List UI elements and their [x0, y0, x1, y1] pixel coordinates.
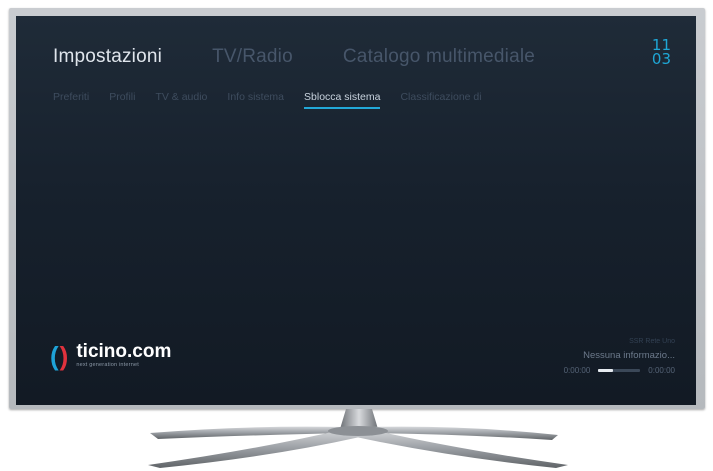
now-playing-channel: SSR Rete Uno: [629, 338, 675, 345]
clock: 11 03: [651, 38, 671, 68]
now-playing: SSR Rete Uno Nessuna informazio... 0:00:…: [515, 338, 675, 375]
tv-stand: [148, 409, 568, 468]
tab-impostazioni[interactable]: Impostazioni: [53, 46, 162, 68]
logo-tagline: next generation internet: [76, 362, 139, 368]
logo-text: ticino.com next generation internet: [76, 341, 172, 369]
clock-minutes: 03: [651, 50, 671, 68]
logo-bracket-right: ): [59, 341, 69, 371]
logo-bracket-left: (: [50, 341, 59, 371]
subtab-classificazione[interactable]: Classificazione di: [400, 91, 481, 109]
now-playing-info: Nessuna informazio...: [583, 350, 675, 361]
progress-bar: [598, 369, 641, 372]
tv-screen: Impostazioni TV/Radio Catalogo multimedi…: [16, 16, 696, 405]
subtab-preferiti[interactable]: Preferiti: [53, 91, 89, 109]
progress-bar-fill: [598, 369, 613, 372]
tab-catalogo-multimediale[interactable]: Catalogo multimediale: [343, 46, 535, 68]
sub-nav: Preferiti Profili TV & audio Info sistem…: [53, 91, 502, 109]
subtab-info-sistema[interactable]: Info sistema: [227, 91, 284, 109]
subtab-tv-audio[interactable]: TV & audio: [155, 91, 207, 109]
main-nav: Impostazioni TV/Radio Catalogo multimedi…: [53, 46, 585, 68]
now-playing-progress: 0:00:00 0:00:00: [515, 366, 675, 375]
subtab-profili[interactable]: Profili: [109, 91, 135, 109]
logo-name: ticino.com: [76, 341, 172, 362]
tab-tv-radio[interactable]: TV/Radio: [212, 46, 293, 68]
time-start: 0:00:00: [563, 366, 591, 375]
ticino-logo: ( ) ticino.com next generation internet: [50, 341, 172, 371]
time-end: 0:00:00: [648, 366, 675, 375]
subtab-sblocca-sistema[interactable]: Sblocca sistema: [304, 91, 381, 109]
